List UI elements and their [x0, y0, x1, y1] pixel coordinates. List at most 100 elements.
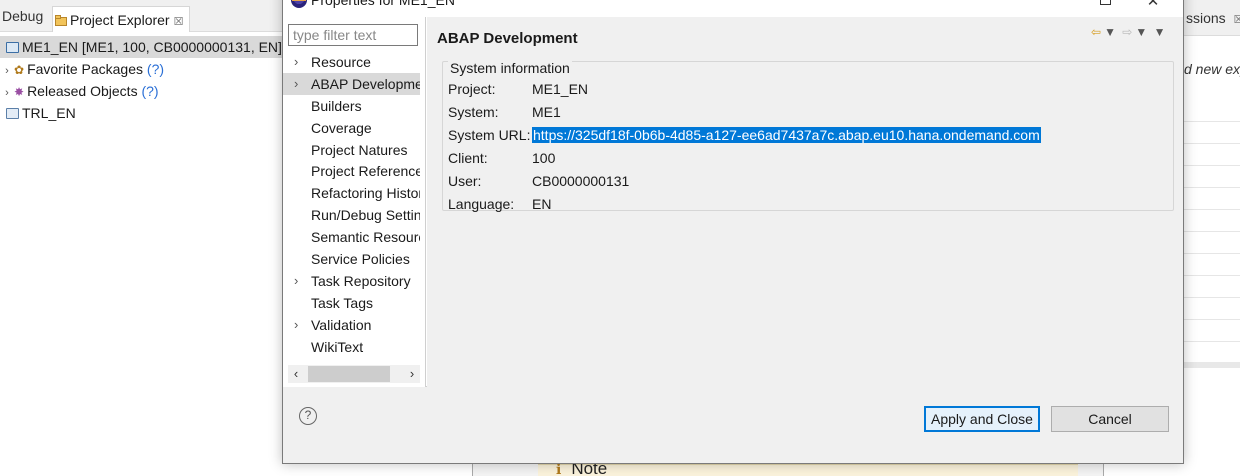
nav-item[interactable]: › Resource	[283, 51, 420, 73]
nav-item[interactable]: › ABAP Development	[283, 72, 420, 95]
field-label: Client:	[448, 150, 488, 166]
back-arrow-icon[interactable]: ⇦	[1091, 25, 1101, 39]
nav-item-label: Project References	[311, 163, 420, 180]
tree-item-released-objects[interactable]: › ✸ Released Objects (?)	[0, 80, 282, 102]
abap-project-icon	[6, 108, 19, 119]
expand-chevron-icon[interactable]: ›	[0, 60, 14, 82]
tab-project-explorer-label: Project Explorer	[70, 12, 170, 28]
close-icon: ✕	[1146, 0, 1160, 10]
forward-arrow-icon[interactable]: ⇨	[1122, 25, 1132, 39]
field-value: EN	[532, 196, 552, 212]
content-header: ABAP Development ⇦ ▼ ⇨ ▼ ▼	[427, 17, 1183, 57]
favorite-packages-icon: ✿	[14, 63, 25, 77]
scroll-left-icon[interactable]: ‹	[288, 365, 304, 383]
nav-item[interactable]: Service Policies	[283, 248, 420, 270]
dialog-body: › Resource › ABAP Development Builders Covera…	[283, 17, 1183, 387]
nav-item[interactable]: WikiText	[283, 336, 420, 358]
nav-item[interactable]: Refactoring History	[283, 182, 420, 204]
tab-close-icon[interactable]: ☒	[174, 16, 184, 28]
scroll-right-icon[interactable]: ›	[404, 365, 420, 383]
eclipse-icon	[291, 0, 307, 8]
nav-item[interactable]: Run/Debug Settings	[283, 204, 420, 226]
system-information-group: System information Project: ME1_EN System:…	[442, 60, 1174, 212]
tree-item-label: TRL_EN	[22, 105, 76, 121]
field-label: User:	[448, 173, 482, 189]
nav-item-label: WikiText	[311, 338, 364, 355]
field-value: CB0000000131	[532, 173, 630, 189]
nav-horizontal-scrollbar[interactable]: ‹ ›	[288, 365, 420, 383]
tree-item-label: Favorite Packages	[27, 61, 144, 77]
nav-item-label: ABAP Development	[311, 75, 420, 92]
nav-item[interactable]: › Task Repository	[283, 270, 420, 292]
nav-item-label: Coverage	[311, 119, 372, 136]
tree-item-status: (?)	[141, 83, 159, 99]
nav-item-label: Task Tags	[311, 294, 373, 311]
apply-and-close-button[interactable]: Apply and Close	[924, 406, 1040, 432]
property-page-list: › Resource › ABAP Development Builders Covera…	[283, 51, 420, 357]
field-value: 100	[532, 150, 556, 166]
group-title: System information	[448, 60, 572, 76]
field-value[interactable]: https://325df18f-0b6b-4d85-a127-ee6ad743…	[532, 127, 1041, 143]
tree-item-label: ME1_EN [ME1, 100, CB0000000131, EN]	[22, 39, 282, 55]
field-label: Project:	[448, 81, 496, 97]
tab-project-explorer[interactable]: Project Explorer ☒	[52, 6, 191, 32]
property-page-content: ABAP Development ⇦ ▼ ⇨ ▼ ▼ System informat…	[427, 17, 1183, 387]
field-label: System:	[448, 104, 499, 120]
expand-chevron-icon[interactable]: ›	[0, 82, 14, 104]
cancel-button[interactable]: Cancel	[1051, 406, 1169, 432]
help-button[interactable]: ?	[299, 407, 317, 425]
tab-debug[interactable]: Debug	[2, 8, 43, 24]
field-row: Client: 100	[448, 147, 555, 169]
nav-item[interactable]: Project Natures	[283, 139, 420, 161]
tree-item-trl-en[interactable]: TRL_EN	[0, 102, 282, 124]
workbench-tabbar: Debug Project Explorer ☒	[0, 0, 282, 32]
nav-item-label: Project Natures	[311, 141, 408, 158]
released-objects-icon: ✸	[14, 85, 25, 99]
nav-item[interactable]: Project References	[283, 160, 420, 182]
note-box	[538, 464, 1078, 476]
maximize-button[interactable]	[1087, 0, 1123, 15]
tree-item-favorite-packages[interactable]: › ✿ Favorite Packages (?)	[0, 58, 282, 80]
history-navigation: ⇦ ▼ ⇨ ▼ ▼	[1091, 25, 1168, 39]
nav-item-label: Refactoring History	[311, 185, 420, 202]
filter-input[interactable]	[288, 24, 418, 46]
scroll-thumb[interactable]	[308, 366, 390, 382]
expand-chevron-icon[interactable]: ›	[294, 314, 298, 336]
tab-sessions[interactable]: ssions ☒	[1186, 10, 1240, 26]
expand-chevron-icon[interactable]: ›	[294, 73, 298, 95]
dialog-title: Properties for ME1_EN	[311, 0, 455, 8]
field-row: Project: ME1_EN	[448, 78, 588, 100]
note-label: ℹ Note	[556, 459, 608, 476]
right-view-divider	[1184, 362, 1240, 368]
close-button[interactable]: ✕	[1135, 0, 1171, 15]
maximize-icon	[1099, 0, 1111, 5]
nav-item[interactable]: Task Tags	[283, 292, 420, 314]
view-menu-icon[interactable]: ▼	[1154, 25, 1166, 39]
field-value: ME1_EN	[532, 81, 589, 97]
field-label: System URL:	[448, 127, 531, 143]
nav-item-label: Validation	[311, 316, 372, 333]
nav-item-label: Builders	[311, 97, 362, 114]
field-row: System: ME1	[448, 101, 561, 123]
nav-item[interactable]: Builders	[283, 95, 420, 117]
abap-project-icon	[6, 42, 19, 53]
tab-close-icon[interactable]: ☒	[1234, 14, 1240, 26]
field-row: Language: EN	[448, 193, 551, 215]
nav-item[interactable]: Coverage	[283, 117, 420, 139]
nav-item[interactable]: › Validation	[283, 314, 420, 336]
field-row: System URL: https://325df18f-0b6b-4d85-a1…	[448, 124, 1041, 146]
tree-item-label: Released Objects	[27, 83, 138, 99]
properties-dialog: Properties for ME1_EN ✕ › Resource › ABAP D…	[282, 0, 1184, 464]
nav-item-label: Semantic Resource	[311, 229, 420, 246]
dialog-titlebar[interactable]: Properties for ME1_EN ✕	[283, 0, 1183, 17]
nav-item-label: Task Repository	[311, 272, 411, 289]
nav-item[interactable]: Semantic Resource	[283, 226, 420, 248]
field-label: Language:	[448, 196, 515, 212]
expand-chevron-icon[interactable]: ›	[294, 270, 298, 292]
forward-dropdown-icon[interactable]: ▼	[1135, 25, 1147, 39]
expand-chevron-icon[interactable]: ›	[294, 51, 298, 73]
field-row: User: CB0000000131	[448, 170, 629, 192]
project-explorer-icon	[55, 8, 67, 26]
tree-item-me1-en[interactable]: ME1_EN [ME1, 100, CB0000000131, EN]	[0, 36, 282, 58]
back-dropdown-icon[interactable]: ▼	[1104, 25, 1116, 39]
